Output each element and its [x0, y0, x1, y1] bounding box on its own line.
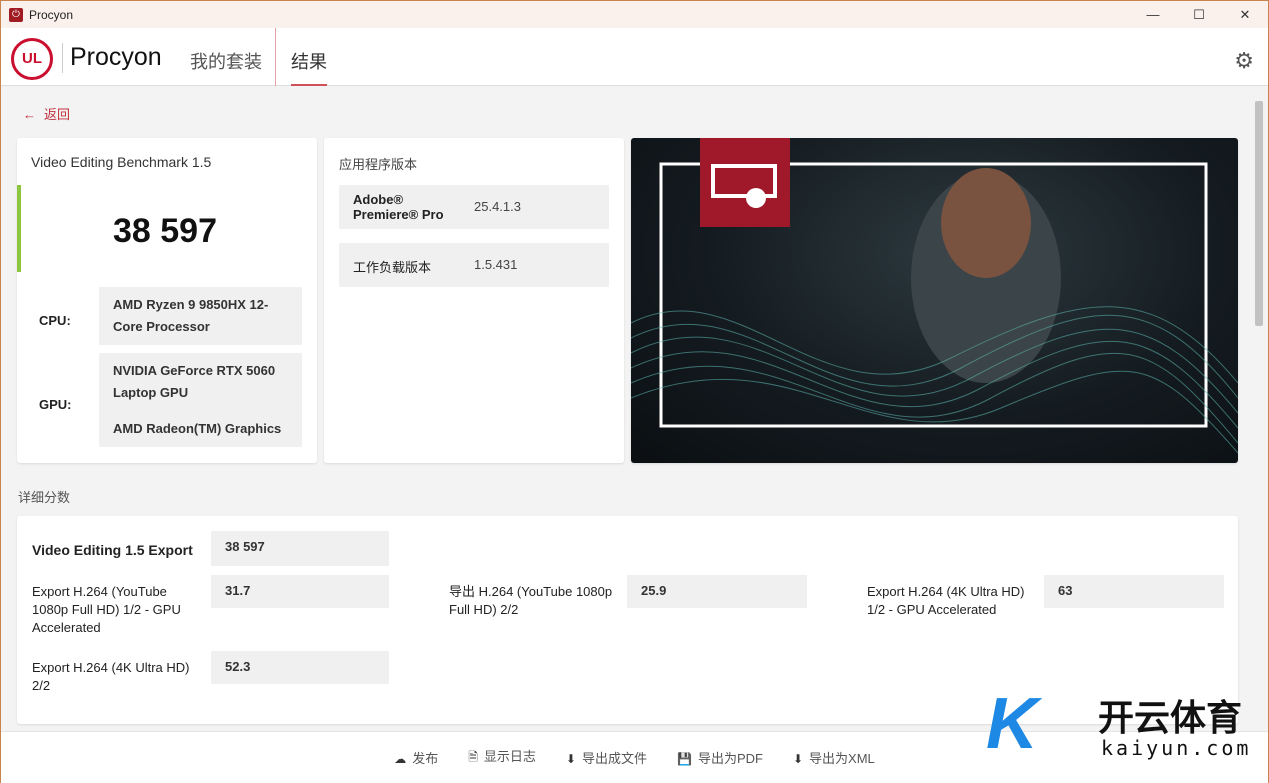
- divider: [275, 28, 276, 86]
- arrow-left-icon: ←: [23, 107, 36, 122]
- app-header: UL Procyon 我的套装 结果 ⚙: [1, 28, 1268, 86]
- gear-icon[interactable]: ⚙: [1234, 48, 1254, 74]
- gpu-2: AMD Radeon(TM) Graphics: [113, 421, 282, 436]
- divider: [62, 43, 63, 73]
- version-title: 应用程序版本: [339, 157, 418, 172]
- button-label: 导出为PDF: [697, 751, 763, 766]
- version-name: Adobe® Premiere® Pro: [353, 192, 444, 222]
- document-icon: 🗎: [468, 750, 478, 764]
- download-icon: ⬇: [792, 752, 804, 766]
- back-link[interactable]: ← 返回: [23, 104, 70, 123]
- version-value: 1.5.431: [474, 257, 518, 272]
- download-icon: ⬇: [565, 752, 576, 766]
- main-score-value: 38 597: [211, 531, 389, 566]
- cloud-upload-icon: ☁: [394, 752, 407, 766]
- scrollbar-thumb[interactable]: [1255, 101, 1263, 326]
- gpu-value: NVIDIA GeForce RTX 5060 Laptop GPU AMD R…: [99, 353, 302, 447]
- version-value: 25.4.1.3: [474, 199, 521, 214]
- publish-button[interactable]: ☁ 发布: [394, 748, 438, 767]
- gpu-label: GPU:: [39, 397, 72, 412]
- score-card: Video Editing Benchmark 1.5 38 597 CPU: …: [17, 138, 317, 463]
- benchmark-title: Video Editing Benchmark 1.5: [31, 154, 212, 170]
- version-card: 应用程序版本 Adobe® Premiere® Pro 25.4.1.3 工作负…: [324, 138, 624, 463]
- ul-logo: UL: [11, 38, 53, 80]
- watermark-k: K: [986, 684, 1038, 764]
- export-xml-button[interactable]: ⬇ 导出为XML: [793, 748, 875, 767]
- subscore-label: 导出 H.264 (YouTube 1080p Full HD) 2/2: [449, 584, 613, 617]
- hero-illustration: [631, 138, 1238, 454]
- tab-my-suites[interactable]: 我的套装: [190, 48, 262, 74]
- main-score-label: Video Editing 1.5 Export: [32, 542, 193, 558]
- watermark-logo: K 开云体育 kaiyun.com: [986, 684, 1256, 764]
- watermark-cn: 开云体育: [1098, 697, 1243, 738]
- close-button[interactable]: ✕: [1222, 1, 1268, 28]
- overall-score: 38 597: [113, 212, 217, 250]
- maximize-button[interactable]: ☐: [1176, 1, 1222, 28]
- cpu-value: AMD Ryzen 9 9850HX 12-Core Processor: [99, 287, 302, 345]
- subscore-value: 25.9: [627, 575, 807, 608]
- version-name: 工作负载版本: [353, 260, 432, 275]
- subscore-label: Export H.264 (4K Ultra HD) 1/2 - GPU Acc…: [867, 584, 1025, 617]
- export-file-button[interactable]: ⬇ 导出成文件: [566, 748, 647, 767]
- button-label: 导出成文件: [581, 751, 647, 766]
- window-title: Procyon: [29, 7, 74, 22]
- subscore-value: 63: [1044, 575, 1224, 608]
- app-icon: ⏻: [9, 7, 23, 22]
- scrollbar[interactable]: [1252, 91, 1266, 731]
- subscore-value: 31.7: [211, 575, 389, 608]
- details-title: 详细分数: [18, 490, 71, 505]
- minimize-button[interactable]: —: [1130, 1, 1176, 28]
- version-row: 工作负载版本 1.5.431: [339, 243, 609, 287]
- cpu-label: CPU:: [39, 313, 71, 328]
- button-label: 导出为XML: [809, 751, 875, 766]
- score-accent-bar: [17, 185, 21, 272]
- button-label: 发布: [412, 751, 439, 766]
- title-bar: ⏻ Procyon — ☐ ✕: [1, 1, 1268, 28]
- show-log-button[interactable]: 🗎 显示日志: [468, 746, 536, 769]
- watermark-en: kaiyun.com: [1101, 736, 1252, 760]
- back-label: 返回: [44, 107, 71, 122]
- brand-name: Procyon: [70, 43, 162, 71]
- tab-results[interactable]: 结果: [291, 48, 327, 86]
- subscore-label: Export H.264 (YouTube 1080p Full HD) 1/2…: [32, 584, 181, 635]
- export-pdf-button[interactable]: 💾 导出为PDF: [677, 748, 763, 767]
- gpu-1: NVIDIA GeForce RTX 5060 Laptop GPU: [113, 363, 276, 400]
- save-icon: 💾: [677, 752, 692, 766]
- subscore-label: Export H.264 (4K Ultra HD) 2/2: [32, 660, 190, 693]
- benchmark-hero-image: [631, 138, 1238, 463]
- button-label: 显示日志: [483, 749, 536, 764]
- subscore-value: 52.3: [211, 651, 389, 684]
- version-row: Adobe® Premiere® Pro 25.4.1.3: [339, 185, 609, 229]
